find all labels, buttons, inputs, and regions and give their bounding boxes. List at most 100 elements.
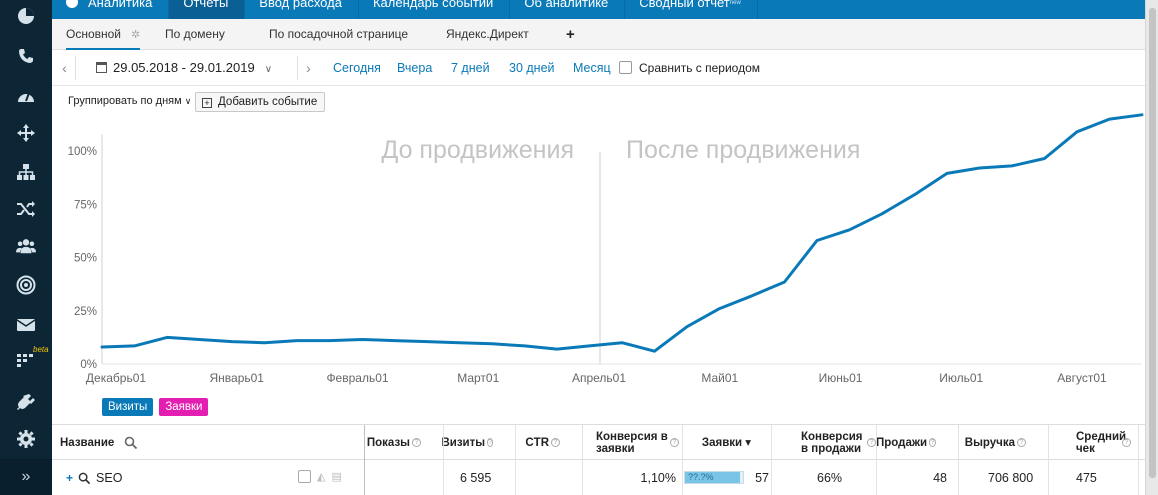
- x-tick-label: Июль01: [939, 371, 983, 385]
- help-icon[interactable]: ?: [487, 438, 493, 447]
- series-line-0: [100, 113, 1144, 353]
- top-navigation: Аналитика Отчеты Ввод расхода Календарь …: [52, 0, 1145, 19]
- row-name[interactable]: SEO: [96, 471, 122, 485]
- subtab-settings-icon[interactable]: ✲: [131, 29, 140, 41]
- row-checkbox[interactable]: [298, 470, 311, 483]
- add-event-button[interactable]: + Добавить событие: [195, 92, 326, 112]
- date-toolbar: ‹ 29.05.2018 - 29.01.2019 ∨ › Сегодня Вче…: [52, 50, 1145, 86]
- header-conv-leads[interactable]: Конверсия в заявки?: [582, 425, 682, 460]
- tab-events-calendar[interactable]: Календарь событий: [359, 0, 511, 19]
- cell-ctr: 1,10%: [640, 471, 676, 485]
- settings-gear-icon[interactable]: [16, 429, 36, 449]
- compare-period-toggle[interactable]: Сравнить с периодом: [619, 50, 760, 86]
- quick-7-days[interactable]: 7 дней: [451, 50, 490, 86]
- table-view-icon[interactable]: ▤: [331, 470, 341, 483]
- users-icon[interactable]: [16, 236, 36, 256]
- x-tick-label: Январь01: [210, 371, 265, 385]
- help-icon[interactable]: ?: [412, 438, 421, 447]
- shuffle-icon[interactable]: [16, 199, 36, 219]
- legend-visits[interactable]: Визиты: [102, 398, 154, 416]
- dashboard-icon[interactable]: [16, 86, 36, 106]
- subtab-yandex-direct[interactable]: Яндекс.Директ: [446, 19, 529, 50]
- plug-icon[interactable]: [16, 392, 36, 412]
- header-leads[interactable]: Заявки ▾: [682, 425, 771, 460]
- cell-conv-sales: 66%: [817, 471, 843, 485]
- grouping-dropdown[interactable]: Группировать по дням ∨: [68, 95, 191, 107]
- help-icon[interactable]: ?: [551, 438, 560, 447]
- next-period-button[interactable]: ›: [297, 56, 319, 80]
- y-tick-label: 100%: [68, 146, 97, 158]
- area-chart-icon[interactable]: ◭: [317, 470, 325, 483]
- tab-summary-report[interactable]: Сводный отчетnew: [625, 0, 758, 19]
- date-range-picker[interactable]: 29.05.2018 - 29.01.2019 ∨: [96, 50, 272, 86]
- header-name[interactable]: Название: [52, 425, 364, 460]
- tab-expense-label: Ввод расхода: [259, 0, 342, 10]
- phone-icon[interactable]: [16, 46, 36, 66]
- tab-calendar-label: Календарь событий: [372, 0, 494, 10]
- subtab-yandex-label: Яндекс.Директ: [446, 27, 529, 41]
- tab-analytics-label: Аналитика: [88, 0, 153, 10]
- compare-label: Сравнить с периодом: [639, 61, 761, 75]
- subtab-by-landing-page[interactable]: По посадочной странице: [269, 19, 408, 50]
- move-arrows-icon[interactable]: [16, 123, 36, 143]
- help-icon[interactable]: ?: [1122, 438, 1131, 447]
- compare-checkbox[interactable]: [619, 61, 632, 74]
- add-subtab-button[interactable]: +: [566, 19, 575, 50]
- help-icon[interactable]: ?: [1017, 438, 1026, 447]
- tab-expense-input[interactable]: Ввод расхода: [245, 0, 359, 19]
- plus-icon: +: [566, 26, 575, 43]
- header-sales-label: Продажи: [876, 436, 928, 449]
- header-sales[interactable]: Продажи?: [876, 425, 958, 460]
- quick-today[interactable]: Сегодня: [333, 50, 381, 86]
- quick-30-days[interactable]: 30 дней: [509, 50, 555, 86]
- tab-reports[interactable]: Отчеты: [169, 0, 246, 19]
- header-conv-sales[interactable]: Конверсия в продажи?: [771, 425, 876, 460]
- legend-leads[interactable]: Заявки: [159, 398, 209, 416]
- tab-analytics[interactable]: Аналитика: [52, 0, 170, 19]
- header-revenue[interactable]: Выручка?: [958, 425, 1048, 460]
- quick-month[interactable]: Месяц: [573, 50, 611, 86]
- expand-sidebar-button[interactable]: »: [0, 459, 52, 495]
- header-visits[interactable]: Визиты?: [441, 425, 515, 460]
- header-ctr[interactable]: CTR?: [515, 425, 582, 460]
- subtab-by-domain[interactable]: По домену: [165, 19, 225, 50]
- left-sidebar: beta »: [0, 0, 52, 495]
- header-ctr-label: CTR: [525, 436, 549, 449]
- sitemap-icon[interactable]: [16, 162, 36, 182]
- target-icon[interactable]: [16, 275, 36, 295]
- chevron-right-icon: ›: [306, 60, 311, 76]
- double-chevron-right-icon: »: [21, 468, 31, 485]
- header-impressions[interactable]: Показы?: [364, 425, 443, 460]
- help-icon[interactable]: ?: [929, 438, 936, 447]
- chevron-down-icon: ∨: [184, 96, 192, 106]
- x-tick-label: Февраль01: [326, 371, 388, 385]
- search-icon[interactable]: [124, 436, 138, 450]
- new-badge: new: [729, 0, 741, 6]
- report-subtabs: Основной ✲ По домену По посадочной страни…: [52, 19, 1145, 50]
- help-icon[interactable]: ?: [670, 438, 679, 447]
- help-icon[interactable]: ?: [867, 438, 876, 447]
- leads-progress-bar: ??.?%: [684, 471, 744, 484]
- header-avg-check[interactable]: Средний чек?: [1048, 425, 1138, 460]
- cell-avg-check: 475: [1076, 471, 1097, 485]
- pie-chart-icon[interactable]: [16, 6, 36, 26]
- table-row[interactable]: + SEO ◭ ▤ 6 595 1,10% ??.?% 57 66% 48 70…: [52, 460, 1145, 495]
- quick-yesterday[interactable]: Вчера: [397, 50, 432, 86]
- report-table: Название Показы? Визиты? CTR? Конверсия …: [52, 424, 1145, 495]
- vertical-scrollbar[interactable]: [1145, 0, 1158, 495]
- tab-about-analytics[interactable]: Об аналитике: [510, 0, 626, 19]
- x-tick-label: Июнь01: [819, 371, 863, 385]
- x-tick-label: Апрель01: [572, 371, 626, 385]
- scrollbar-thumb[interactable]: [1149, 8, 1156, 478]
- subtab-main[interactable]: Основной ✲: [66, 19, 141, 50]
- tab-reports-label: Отчеты: [183, 0, 229, 10]
- tab-summary-label: Сводный отчет: [639, 0, 730, 10]
- annotation-after: После продвижения: [626, 136, 860, 164]
- chart-legend: Визиты Заявки: [102, 398, 209, 416]
- data-grid-icon[interactable]: [16, 351, 36, 371]
- subtab-landing-label: По посадочной странице: [269, 27, 409, 41]
- mail-icon[interactable]: [16, 315, 36, 335]
- prev-period-button[interactable]: ‹: [54, 56, 76, 80]
- y-tick-label: 25%: [74, 306, 97, 318]
- expand-row-icon[interactable]: +: [66, 471, 73, 485]
